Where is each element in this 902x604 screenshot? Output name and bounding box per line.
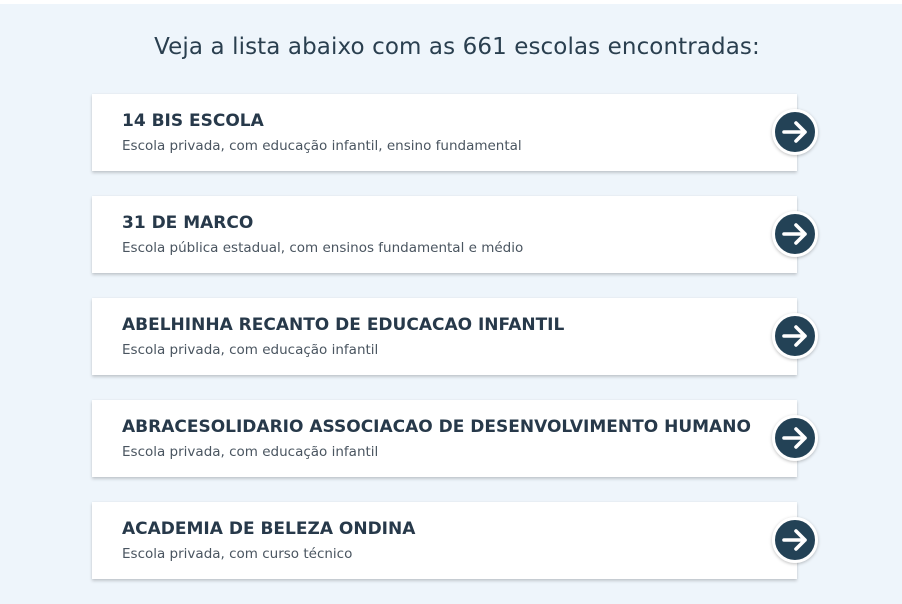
school-description: Escola privada, com educação infantil, e… <box>122 138 522 154</box>
school-name: 31 DE MARCO <box>122 213 254 233</box>
school-card[interactable]: ACADEMIA DE BELEZA ONDINA Escola privada… <box>92 502 818 579</box>
school-card[interactable]: ABELHINHA RECANTO DE EDUCACAO INFANTIL E… <box>92 298 818 375</box>
school-name: ACADEMIA DE BELEZA ONDINA <box>122 519 416 539</box>
open-school-button[interactable] <box>772 313 818 359</box>
school-name: 14 BIS ESCOLA <box>122 111 264 131</box>
open-school-button[interactable] <box>772 211 818 257</box>
arrow-right-icon <box>782 529 807 551</box>
school-description: Escola privada, com educação infantil <box>122 444 379 460</box>
school-description: Escola pública estadual, com ensinos fun… <box>122 240 524 256</box>
school-description: Escola privada, com educação infantil <box>122 342 379 358</box>
school-card[interactable]: ABRACESOLIDARIO ASSOCIACAO DE DESENVOLVI… <box>92 400 818 477</box>
open-school-button[interactable] <box>772 415 818 461</box>
results-page: Veja a lista abaixo com as 661 escolas e… <box>0 4 902 604</box>
arrow-right-icon <box>782 121 807 143</box>
arrow-right-icon <box>782 325 807 347</box>
school-name: ABELHINHA RECANTO DE EDUCACAO INFANTIL <box>122 315 565 335</box>
school-list: 14 BIS ESCOLA Escola privada, com educaç… <box>92 94 818 604</box>
arrow-right-icon <box>782 427 807 449</box>
school-card[interactable]: 31 DE MARCO Escola pública estadual, com… <box>92 196 818 273</box>
arrow-right-icon <box>782 223 807 245</box>
school-name: ABRACESOLIDARIO ASSOCIACAO DE DESENVOLVI… <box>122 417 751 437</box>
results-heading: Veja a lista abaixo com as 661 escolas e… <box>154 34 760 60</box>
open-school-button[interactable] <box>772 517 818 563</box>
school-description: Escola privada, com curso técnico <box>122 546 353 562</box>
open-school-button[interactable] <box>772 109 818 155</box>
school-card[interactable]: 14 BIS ESCOLA Escola privada, com educaç… <box>92 94 818 171</box>
